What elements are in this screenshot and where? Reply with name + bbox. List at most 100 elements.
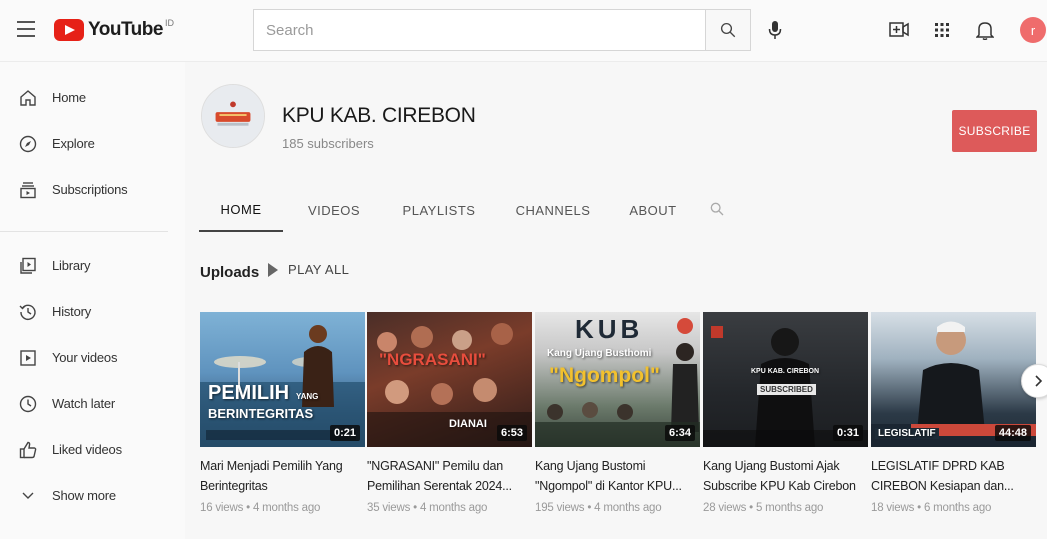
sidebar-item-show-more[interactable]: Show more (0, 476, 180, 516)
video-card[interactable]: PEMILIH YANG BERINTEGRITAS 0:21 Mari Men… (200, 312, 365, 514)
thumbnail-title: "NGRASANI" (379, 350, 486, 369)
video-title[interactable]: "NGRASANI" Pemilu dan Pemilihan Serentak… (367, 456, 532, 496)
video-card[interactable]: LEGISLATIF 44:48 LEGISLATIF DPRD KAB CIR… (871, 312, 1036, 514)
tab-videos[interactable]: VIDEOS (289, 188, 379, 232)
video-thumbnail[interactable]: KUB Kang Ujang Busthomi "Ngompol" 6:34 (535, 312, 700, 447)
logo-region: ID (164, 18, 174, 28)
uploads-heading: Uploads (200, 264, 260, 281)
home-icon (18, 88, 38, 108)
youtube-app: YouTube ID Search r Home Explore Subscri… (0, 0, 1047, 539)
video-meta: 18 views • 6 months ago (871, 502, 992, 514)
sidebar-item-library[interactable]: Library (0, 246, 180, 286)
menu-icon[interactable] (17, 21, 35, 37)
carousel-next-button[interactable] (1021, 364, 1047, 398)
bell-icon[interactable] (973, 18, 997, 42)
video-meta: 16 views • 4 months ago (200, 502, 321, 514)
sidebar-item-label: Liked videos (52, 442, 122, 457)
channel-tabs: HOME VIDEOS PLAYLISTS CHANNELS ABOUT (199, 188, 693, 232)
thumbs-up-icon (18, 440, 38, 460)
video-duration: 6:34 (664, 425, 695, 441)
your-videos-icon (18, 348, 38, 368)
video-duration: 6:53 (496, 425, 527, 441)
video-meta: 195 views • 4 months ago (535, 502, 662, 514)
top-bar: YouTube ID Search r (0, 0, 1047, 62)
sidebar-item-home[interactable]: Home (0, 78, 180, 118)
thumbnail-title: LEGISLATIF (875, 428, 939, 439)
sidebar-item-label: Subscriptions (52, 182, 128, 197)
subscriptions-icon (18, 180, 38, 200)
channel-logo-icon (202, 85, 264, 147)
video-duration: 0:31 (832, 425, 863, 441)
sidebar-item-label: History (52, 304, 92, 319)
tab-playlists[interactable]: PLAYLISTS (385, 188, 493, 232)
thumbnail-title: KUB (575, 314, 644, 344)
tab-channels[interactable]: CHANNELS (499, 188, 607, 232)
video-thumbnail[interactable]: KPU KAB. CIREBON SUBSCRIBED 0:31 (703, 312, 868, 447)
thumbnail-title: PEMILIH (208, 382, 290, 404)
library-icon (18, 256, 38, 276)
play-icon (268, 262, 278, 277)
youtube-logo[interactable]: YouTube ID (54, 18, 174, 42)
apps-icon[interactable] (930, 18, 954, 42)
search-icon (720, 22, 736, 38)
sidebar-item-subscriptions[interactable]: Subscriptions (0, 170, 180, 210)
subscribe-button[interactable]: SUBSCRIBE (952, 110, 1037, 152)
video-title[interactable]: Kang Ujang Bustomi "Ngompol" di Kantor K… (535, 456, 700, 496)
search-button[interactable] (705, 9, 751, 51)
clock-icon (18, 394, 38, 414)
mic-button[interactable] (764, 18, 786, 42)
video-duration: 44:48 (994, 425, 1031, 441)
thumbnail-small-text: Kang Ujang Busthomi (547, 348, 652, 359)
avatar[interactable]: r (1020, 17, 1046, 43)
search-input[interactable] (264, 20, 695, 40)
thumbnail-subtitle: "Ngompol" (549, 364, 660, 387)
thumbnail-small-text: YANG (296, 392, 319, 401)
sidebar-item-label: Explore (52, 136, 95, 151)
video-thumbnail[interactable]: PEMILIH YANG BERINTEGRITAS 0:21 (200, 312, 365, 447)
video-title[interactable]: Mari Menjadi Pemilih Yang Berintegritas (200, 456, 365, 496)
channel-page: KPU KAB. CIREBON 185 subscribers SUBSCRI… (185, 62, 1047, 539)
thumbnail-subtitle: DIANAI (449, 418, 487, 430)
sidebar-item-history[interactable]: History (0, 292, 180, 332)
video-thumbnail[interactable]: LEGISLATIF 44:48 (871, 312, 1036, 447)
channel-avatar[interactable] (201, 84, 265, 148)
logo-text: YouTube (88, 19, 163, 40)
video-title[interactable]: Kang Ujang Bustomi Ajak Subscribe KPU Ka… (703, 456, 868, 496)
sidebar-item-your-videos[interactable]: Your videos (0, 338, 180, 378)
search-field (253, 9, 705, 51)
header-actions: r (887, 17, 1046, 43)
thumbnail-title: KPU KAB. CIREBON (751, 368, 820, 375)
channel-name: KPU KAB. CIREBON (282, 104, 476, 127)
video-card[interactable]: KPU KAB. CIREBON SUBSCRIBED 0:31 Kang Uj… (703, 312, 868, 514)
video-title[interactable]: LEGISLATIF DPRD KAB CIREBON Kesiapan dan… (871, 456, 1036, 496)
sidebar-divider (0, 231, 168, 232)
mic-icon (768, 21, 782, 39)
video-card[interactable]: "NGRASANI" DIANAI 6:53 "NGRASANI" Pemilu… (367, 312, 532, 514)
tab-home[interactable]: HOME (199, 188, 283, 232)
play-all-label: PLAY ALL (288, 262, 350, 277)
thumbnail-subtitle: BERINTEGRITAS (208, 406, 314, 421)
sidebar-item-liked-videos[interactable]: Liked videos (0, 430, 180, 470)
compass-icon (18, 134, 38, 154)
video-meta: 28 views • 5 months ago (703, 502, 824, 514)
create-video-icon[interactable] (887, 18, 911, 42)
sidebar-item-watch-later[interactable]: Watch later (0, 384, 180, 424)
video-duration: 0:21 (329, 425, 360, 441)
sidebar-item-explore[interactable]: Explore (0, 124, 180, 164)
video-thumbnail[interactable]: "NGRASANI" DIANAI 6:53 (367, 312, 532, 447)
play-all-button[interactable]: PLAY ALL (268, 262, 349, 277)
youtube-play-icon (54, 19, 84, 41)
subscriber-count: 185 subscribers (282, 136, 374, 151)
video-card[interactable]: KUB Kang Ujang Busthomi "Ngompol" 6:34 K… (535, 312, 700, 514)
sidebar-item-label: Show more (52, 488, 116, 503)
channel-search-icon[interactable] (707, 199, 727, 219)
sidebar-item-label: Home (52, 90, 86, 105)
tab-about[interactable]: ABOUT (613, 188, 693, 232)
search-bar (253, 9, 751, 51)
sidebar-item-label: Your videos (52, 350, 118, 365)
video-meta: 35 views • 4 months ago (367, 502, 488, 514)
chevron-right-icon (1035, 375, 1043, 387)
sidebar-item-label: Library (52, 258, 91, 273)
chevron-down-icon (18, 486, 38, 506)
history-icon (18, 302, 38, 322)
